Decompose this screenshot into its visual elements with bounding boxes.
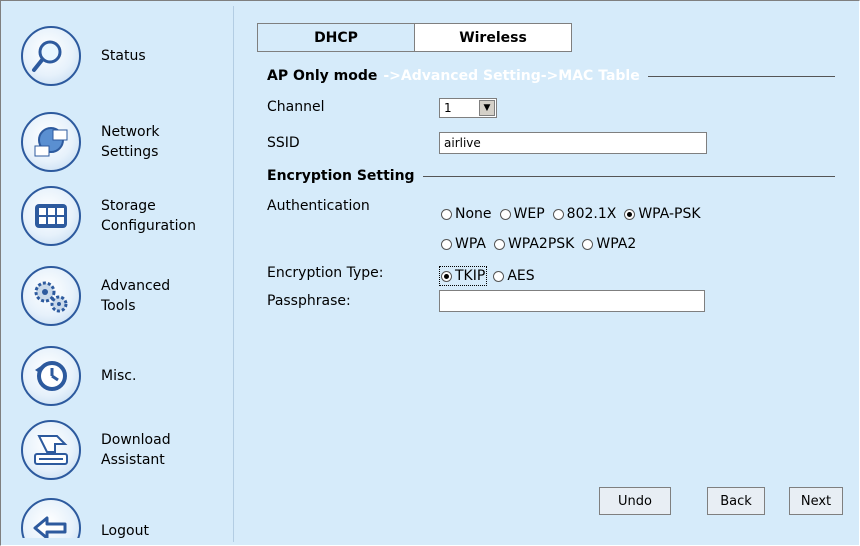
sidebar-item-label: Advanced Tools <box>101 278 171 314</box>
passphrase-label: Passphrase: <box>267 293 351 309</box>
sidebar-item-label: Logout <box>101 523 149 538</box>
radio-icon[interactable] <box>582 238 594 250</box>
download-tray-icon <box>21 420 81 480</box>
clock-icon <box>21 346 81 406</box>
sidebar: Status Network Settings Storage Configur… <box>5 6 234 542</box>
sidebar-item-storage-configuration[interactable]: Storage Configuration <box>21 186 231 250</box>
radio-icon[interactable] <box>493 270 505 282</box>
network-icon <box>21 112 81 172</box>
auth-option-wpa[interactable]: WPA <box>441 236 486 252</box>
sidebar-item-misc[interactable]: Misc. <box>21 346 231 410</box>
sidebar-item-network-settings[interactable]: Network Settings <box>21 112 231 176</box>
mode-header: AP Only mode ->Advanced Setting->MAC Tab… <box>267 68 835 84</box>
encryption-title: Encryption Setting <box>267 168 415 184</box>
sidebar-item-logout[interactable]: Logout <box>21 498 231 538</box>
radio-icon[interactable] <box>441 208 452 220</box>
sidebar-item-label: Download Assistant <box>101 432 171 468</box>
auth-radio-row-1: None WEP 802.1X WPA-PSK <box>441 206 709 222</box>
auth-radio-row-2: WPA WPA2PSK WPA2 <box>441 236 644 252</box>
sidebar-item-status[interactable]: Status <box>21 26 231 90</box>
magnifier-icon <box>21 26 81 86</box>
back-button[interactable]: Back <box>707 487 765 515</box>
radio-icon[interactable] <box>441 270 452 282</box>
radio-icon[interactable] <box>624 208 636 220</box>
enc-type-option-tkip[interactable]: TKIP <box>438 266 488 286</box>
encryption-type-radio-row: TKIP AES <box>438 266 543 286</box>
encryption-header: Encryption Setting <box>267 168 835 184</box>
storage-grid-icon <box>21 186 81 246</box>
radio-icon[interactable] <box>493 238 505 250</box>
authentication-label: Authentication <box>267 198 370 214</box>
app-window: Status Network Settings Storage Configur… <box>0 0 860 546</box>
channel-select[interactable]: 1 ▼ <box>439 98 497 118</box>
ssid-field[interactable]: airlive <box>439 132 707 154</box>
auth-option-8021x[interactable]: 802.1X <box>552 206 616 222</box>
sidebar-item-label: Misc. <box>101 368 137 384</box>
auth-option-none[interactable]: None <box>441 206 492 222</box>
auth-option-wep[interactable]: WEP <box>499 206 545 222</box>
chevron-down-icon[interactable]: ▼ <box>479 100 495 116</box>
channel-label: Channel <box>267 99 325 115</box>
encryption-type-label: Encryption Type: <box>267 265 384 281</box>
enc-type-option-aes[interactable]: AES <box>493 268 535 284</box>
divider <box>647 75 835 77</box>
radio-icon[interactable] <box>552 208 564 220</box>
divider <box>422 175 835 177</box>
mode-title: AP Only mode <box>267 68 378 84</box>
ssid-label: SSID <box>267 135 300 151</box>
auth-option-wpa-psk[interactable]: WPA-PSK <box>624 206 701 222</box>
channel-value: 1 <box>444 101 452 115</box>
undo-button[interactable]: Undo <box>599 487 671 515</box>
sidebar-item-label: Storage Configuration <box>101 198 196 234</box>
next-button[interactable]: Next <box>789 487 843 515</box>
sidebar-item-label: Network Settings <box>101 124 160 160</box>
back-arrow-icon <box>21 498 81 538</box>
tab-dhcp[interactable]: DHCP <box>257 23 415 52</box>
radio-icon[interactable] <box>441 238 452 250</box>
radio-icon[interactable] <box>499 208 511 220</box>
auth-option-wpa2psk[interactable]: WPA2PSK <box>493 236 574 252</box>
tab-wireless[interactable]: Wireless <box>415 23 572 52</box>
sidebar-item-label: Status <box>101 48 146 64</box>
auth-option-wpa2[interactable]: WPA2 <box>582 236 636 252</box>
passphrase-field[interactable] <box>439 290 705 312</box>
main-panel: DHCP Wireless AP Only mode ->Advanced Se… <box>235 6 857 544</box>
sidebar-item-advanced-tools[interactable]: Advanced Tools <box>21 266 231 330</box>
sidebar-item-download-assistant[interactable]: Download Assistant <box>21 420 231 484</box>
tab-bar: DHCP Wireless <box>257 23 572 52</box>
gears-icon <box>21 266 81 326</box>
breadcrumb[interactable]: ->Advanced Setting->MAC Table <box>383 68 639 84</box>
